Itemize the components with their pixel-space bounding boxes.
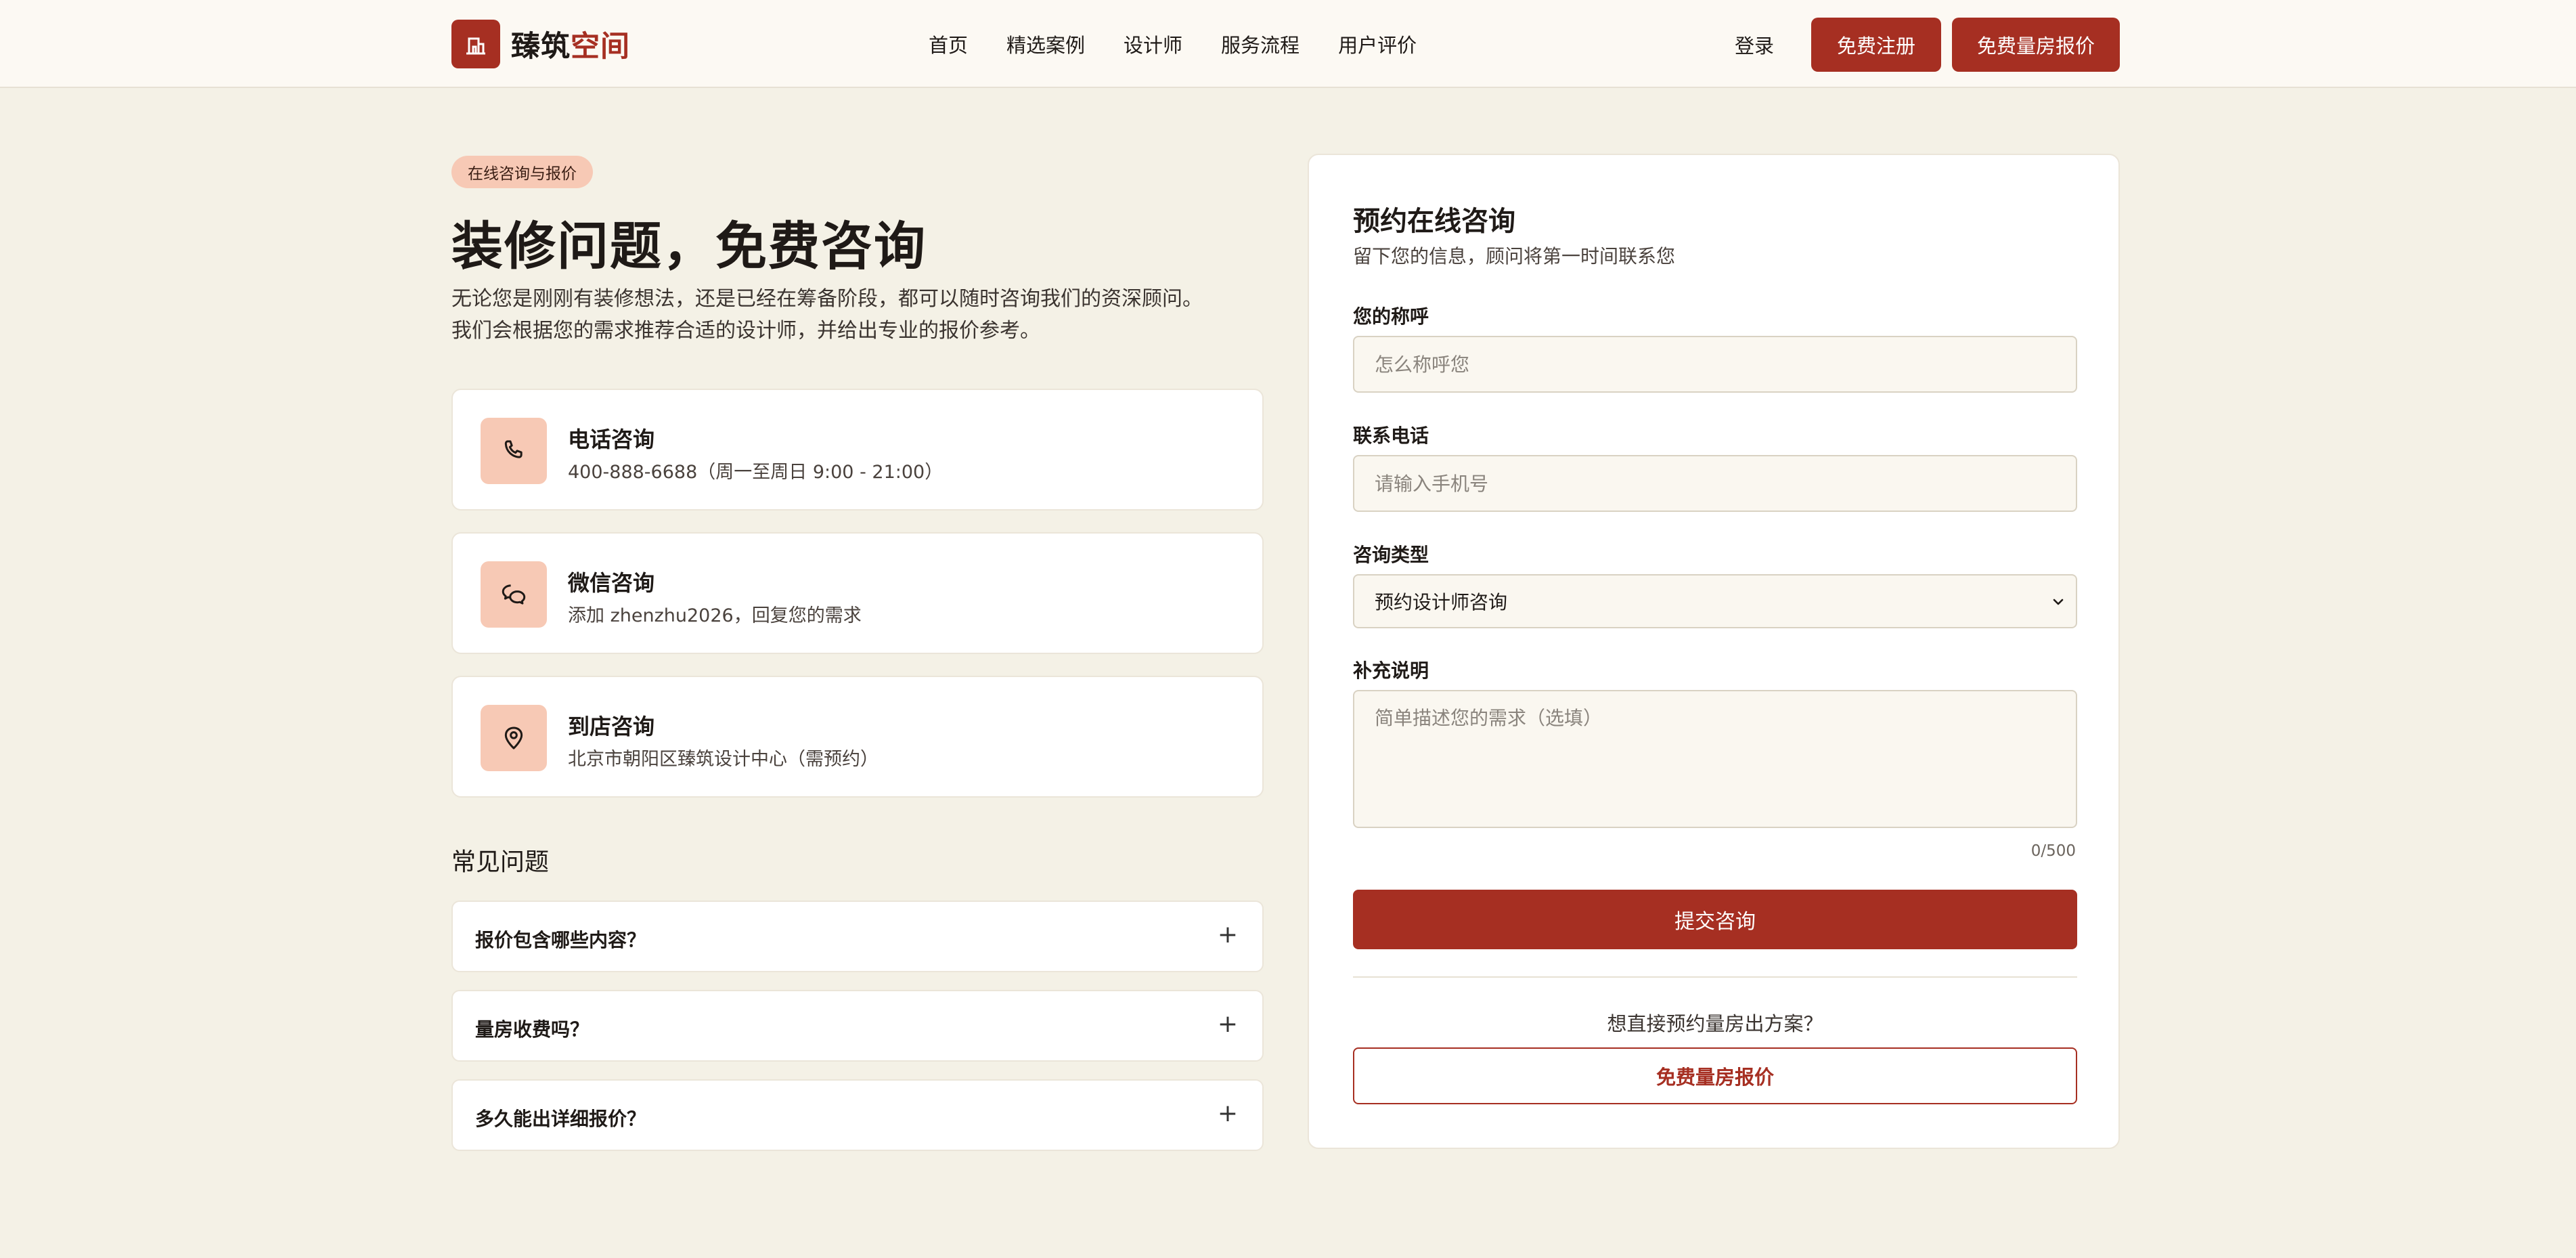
faq-item[interactable]: 报价包含哪些内容？ +: [451, 901, 1264, 972]
brand-name: 臻筑空间: [511, 23, 630, 65]
location-pin-icon: [481, 705, 547, 771]
nav-item-process[interactable]: 服务流程: [1221, 30, 1300, 58]
consult-type-value: 预约设计师咨询: [1375, 591, 1508, 613]
contact-card-wechat: 微信咨询 添加 zhenzhu2026，回复您的需求: [451, 532, 1264, 654]
nav-item-cases[interactable]: 精选案例: [1006, 30, 1085, 58]
consult-type-label: 咨询类型: [1353, 544, 1429, 566]
hero-description-line-2: 我们会根据您的需求推荐合适的设计师，并给出专业的报价参考。: [451, 319, 1040, 343]
consultation-form-card: 预约在线咨询 留下您的信息，顾问将第一时间联系您 您的称呼 联系电话 咨询类型 …: [1308, 154, 2120, 1149]
wechat-icon: [481, 561, 547, 628]
contact-title: 电话咨询: [568, 427, 655, 452]
char-counter: 0/500: [2030, 842, 2076, 860]
section-tag: 在线咨询与报价: [451, 156, 593, 188]
top-nav-bar: 臻筑空间 首页 精选案例 设计师 服务流程 用户评价 登录 免费注册 免费量房报…: [0, 0, 2576, 88]
note-textarea[interactable]: [1353, 690, 2077, 828]
nav-item-designers[interactable]: 设计师: [1124, 30, 1182, 58]
faq-item[interactable]: 多久能出详细报价？ +: [451, 1079, 1264, 1151]
contact-card-phone: 电话咨询 400-888-6688（周一至周日 9:00 - 21:00）: [451, 389, 1264, 511]
consult-type-select[interactable]: 预约设计师咨询: [1353, 574, 2077, 628]
login-link[interactable]: 登录: [1735, 30, 1774, 59]
brand-logo[interactable]: 臻筑空间: [451, 20, 630, 68]
name-input[interactable]: [1353, 336, 2077, 393]
brand-name-main: 臻筑: [511, 30, 571, 64]
contact-title: 到店咨询: [568, 714, 655, 739]
page-title: 装修问题，免费咨询: [451, 216, 927, 276]
note-label: 补充说明: [1353, 659, 1429, 682]
hero-description: 无论您是刚刚有装修想法，还是已经在筹备阶段，都可以随时咨询我们的资深顾问。 我们…: [451, 283, 1277, 347]
free-measure-quote-button[interactable]: 免费量房报价: [1353, 1047, 2077, 1104]
contact-title: 微信咨询: [568, 570, 655, 596]
hero-description-line-1: 无论您是刚刚有装修想法，还是已经在筹备阶段，都可以随时咨询我们的资深顾问。: [451, 287, 1203, 311]
contact-detail: 添加 zhenzhu2026，回复您的需求: [568, 605, 862, 626]
submit-consultation-button[interactable]: 提交咨询: [1353, 890, 2077, 949]
brand-name-accent: 空间: [571, 30, 630, 64]
main-nav: 首页 精选案例 设计师 服务流程 用户评价: [929, 0, 1417, 88]
faq-heading: 常见问题: [451, 848, 550, 876]
faq-item[interactable]: 量房收费吗？ +: [451, 990, 1264, 1062]
name-label: 您的称呼: [1353, 305, 1429, 328]
chevron-down-icon: [2050, 592, 2066, 617]
plus-icon[interactable]: +: [1218, 921, 1238, 949]
register-button[interactable]: 免费注册: [1811, 18, 1941, 72]
contact-detail: 400-888-6688（周一至周日 9:00 - 21:00）: [568, 462, 943, 483]
phone-input[interactable]: [1353, 455, 2077, 512]
phone-icon: [481, 418, 547, 484]
faq-question: 量房收费吗？: [475, 1018, 590, 1041]
house-icon: [451, 20, 500, 68]
divider: [1353, 976, 2077, 978]
free-quote-button[interactable]: 免费量房报价: [1952, 18, 2120, 72]
contact-detail: 北京市朝阳区臻筑设计中心（需预约）: [568, 749, 879, 770]
contact-card-store: 到店咨询 北京市朝阳区臻筑设计中心（需预约）: [451, 676, 1264, 798]
faq-question: 报价包含哪些内容？: [475, 929, 646, 951]
phone-label: 联系电话: [1353, 425, 1429, 447]
plus-icon[interactable]: +: [1218, 1010, 1238, 1038]
form-title: 预约在线咨询: [1353, 205, 1515, 237]
nav-item-home[interactable]: 首页: [929, 30, 968, 58]
faq-question: 多久能出详细报价？: [475, 1108, 646, 1130]
form-subtitle: 留下您的信息，顾问将第一时间联系您: [1353, 245, 1676, 267]
plus-icon[interactable]: +: [1218, 1100, 1238, 1127]
nav-item-reviews[interactable]: 用户评价: [1338, 30, 1417, 58]
direct-booking-prompt: 想直接预约量房出方案？: [1607, 1012, 1823, 1035]
